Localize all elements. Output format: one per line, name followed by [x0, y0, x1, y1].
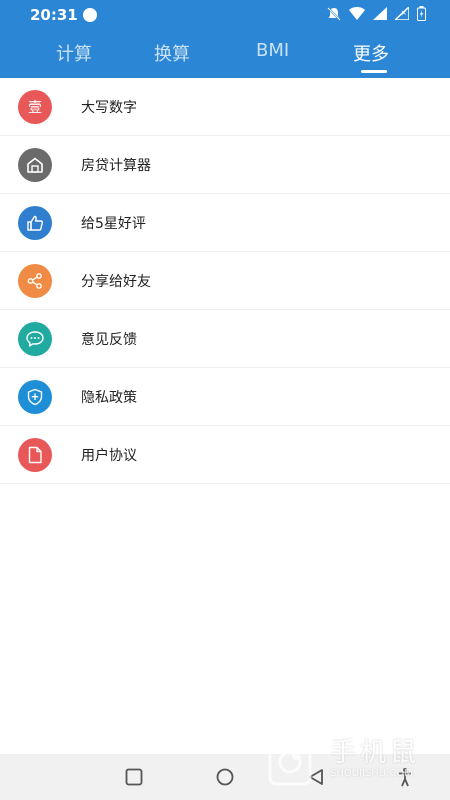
chat-bubble-icon [18, 322, 52, 356]
recent-apps-button[interactable] [124, 767, 144, 787]
yi-character-icon: 壹 [18, 90, 52, 124]
menu-item-label: 房贷计算器 [81, 158, 151, 174]
status-icons: × [327, 6, 426, 21]
watermark-title: 手机鼠 [330, 738, 421, 768]
menu-item-feedback[interactable]: 意见反馈 [0, 310, 450, 368]
share-icon [18, 264, 52, 298]
mute-icon [327, 6, 341, 21]
menu-item-uppercase-numbers[interactable]: 壹 大写数字 [0, 78, 450, 136]
menu-item-label: 用户协议 [81, 448, 137, 464]
app-bar: 20:31 × 计算 换算 BMI 更多 [0, 0, 450, 78]
menu-item-mortgage-calculator[interactable]: 房贷计算器 [0, 136, 450, 194]
status-bar: 20:31 × [0, 0, 450, 30]
signal-icon [373, 7, 387, 20]
svg-text:×: × [401, 9, 407, 17]
home-button[interactable] [215, 767, 235, 787]
status-time: 20:31 [30, 6, 78, 24]
tab-bmi[interactable]: BMI [256, 40, 289, 61]
watermark-logo: 手机鼠 SHOUJISHU.COM [266, 728, 438, 786]
shield-plus-icon [18, 380, 52, 414]
document-icon [18, 438, 52, 472]
menu-item-rate-5-stars[interactable]: 给5星好评 [0, 194, 450, 252]
menu-item-label: 大写数字 [81, 100, 137, 116]
tab-more[interactable]: 更多 [353, 40, 389, 66]
menu-item-label: 分享给好友 [81, 274, 151, 290]
house-icon [18, 148, 52, 182]
no-signal-icon: × [395, 7, 409, 20]
battery-icon [417, 6, 426, 21]
menu-item-privacy-policy[interactable]: 隐私政策 [0, 368, 450, 426]
menu-item-user-agreement[interactable]: 用户协议 [0, 426, 450, 484]
watermark-subtitle: SHOUJISHU.COM [330, 768, 413, 779]
menu-item-label: 给5星好评 [81, 216, 146, 232]
wifi-icon [349, 7, 365, 20]
active-tab-indicator [361, 70, 387, 73]
tab-convert[interactable]: 换算 [154, 40, 190, 66]
tab-calculate[interactable]: 计算 [56, 40, 92, 66]
menu-item-share-with-friends[interactable]: 分享给好友 [0, 252, 450, 310]
menu-item-label: 意见反馈 [81, 332, 137, 348]
thumbs-up-icon [18, 206, 52, 240]
more-menu-list: 壹 大写数字 房贷计算器 给5星好评 分享给好友 意见反馈 隐私政策 用户协议 [0, 78, 450, 484]
menu-item-label: 隐私政策 [81, 390, 137, 406]
notification-app-icon [83, 8, 97, 22]
watermark-phone-icon [268, 728, 312, 786]
